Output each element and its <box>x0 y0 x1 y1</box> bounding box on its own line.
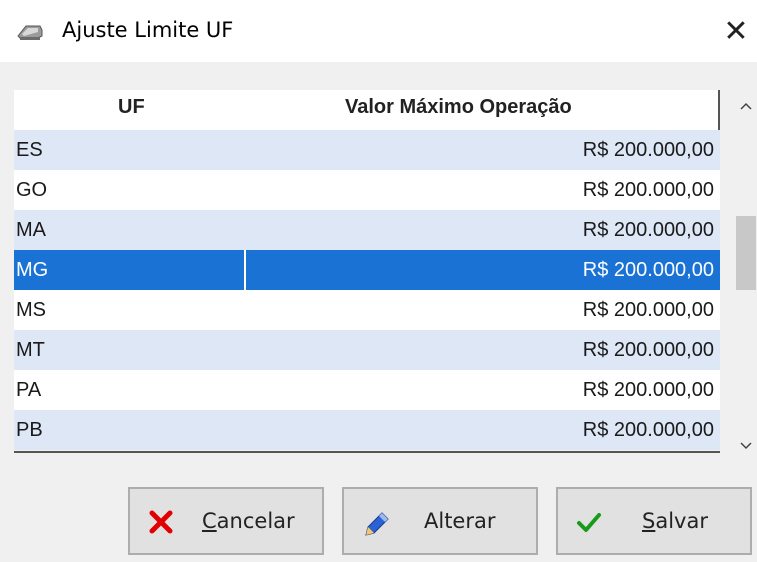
scroll-down-icon[interactable] <box>734 438 757 460</box>
table-row[interactable]: PB R$ 200.000,00 <box>14 410 720 450</box>
checkmark-icon <box>576 509 602 535</box>
cell-uf: GO <box>16 179 48 201</box>
cell-valor: R$ 200.000,00 <box>582 419 714 441</box>
scrollbar-thumb[interactable] <box>736 216 756 290</box>
column-header-uf[interactable]: UF <box>118 96 145 119</box>
cell-uf: ES <box>16 139 43 161</box>
close-icon: ✕ <box>723 13 749 49</box>
alter-button[interactable]: Alterar <box>342 487 538 555</box>
close-x-icon <box>148 509 174 535</box>
cell-valor: R$ 200.000,00 <box>582 339 714 361</box>
table-row[interactable]: PA R$ 200.000,00 <box>14 370 720 410</box>
grid-bottom-border <box>14 451 720 453</box>
dialog-window: Ajuste Limite UF ✕ UF Valor Máximo Opera… <box>0 0 757 562</box>
table-row[interactable]: MT R$ 200.000,00 <box>14 330 720 370</box>
cancel-button[interactable]: Cancelar <box>128 487 324 555</box>
pencil-edit-icon <box>362 509 389 536</box>
app-icon <box>16 22 44 42</box>
cell-uf: PA <box>16 379 42 401</box>
scroll-up-icon[interactable] <box>734 98 757 122</box>
table-row-selected[interactable]: MG R$ 200.000,00 <box>14 250 720 290</box>
cell-valor: R$ 200.000,00 <box>582 219 714 241</box>
cell-valor: R$ 200.000,00 <box>582 259 714 281</box>
grid-header: UF Valor Máximo Operação <box>14 90 720 130</box>
cell-uf: MT <box>16 339 45 361</box>
column-divider <box>244 250 246 290</box>
cell-valor: R$ 200.000,00 <box>582 139 714 161</box>
title-bar: Ajuste Limite UF ✕ <box>0 0 757 62</box>
cell-uf: MS <box>16 299 46 321</box>
cell-uf: PB <box>16 419 43 441</box>
close-button[interactable]: ✕ <box>718 10 754 52</box>
cancel-label: Cancelar <box>202 509 295 533</box>
table-row[interactable]: ES R$ 200.000,00 <box>14 130 720 170</box>
table-row[interactable]: MS R$ 200.000,00 <box>14 290 720 330</box>
save-label: Salvar <box>642 509 708 533</box>
table-row[interactable]: GO R$ 200.000,00 <box>14 170 720 210</box>
uf-limit-grid[interactable]: UF Valor Máximo Operação ES R$ 200.000,0… <box>14 90 757 461</box>
alter-label: Alterar <box>424 509 496 533</box>
window-title: Ajuste Limite UF <box>62 18 234 42</box>
cell-uf: MA <box>16 219 46 241</box>
cell-uf: MG <box>16 259 49 281</box>
save-button[interactable]: Salvar <box>556 487 752 555</box>
cell-valor: R$ 200.000,00 <box>582 179 714 201</box>
vertical-scrollbar[interactable] <box>734 90 757 461</box>
cell-valor: R$ 200.000,00 <box>582 379 714 401</box>
table-row[interactable]: MA R$ 200.000,00 <box>14 210 720 250</box>
column-header-valor[interactable]: Valor Máximo Operação <box>345 96 572 119</box>
cell-valor: R$ 200.000,00 <box>582 299 714 321</box>
